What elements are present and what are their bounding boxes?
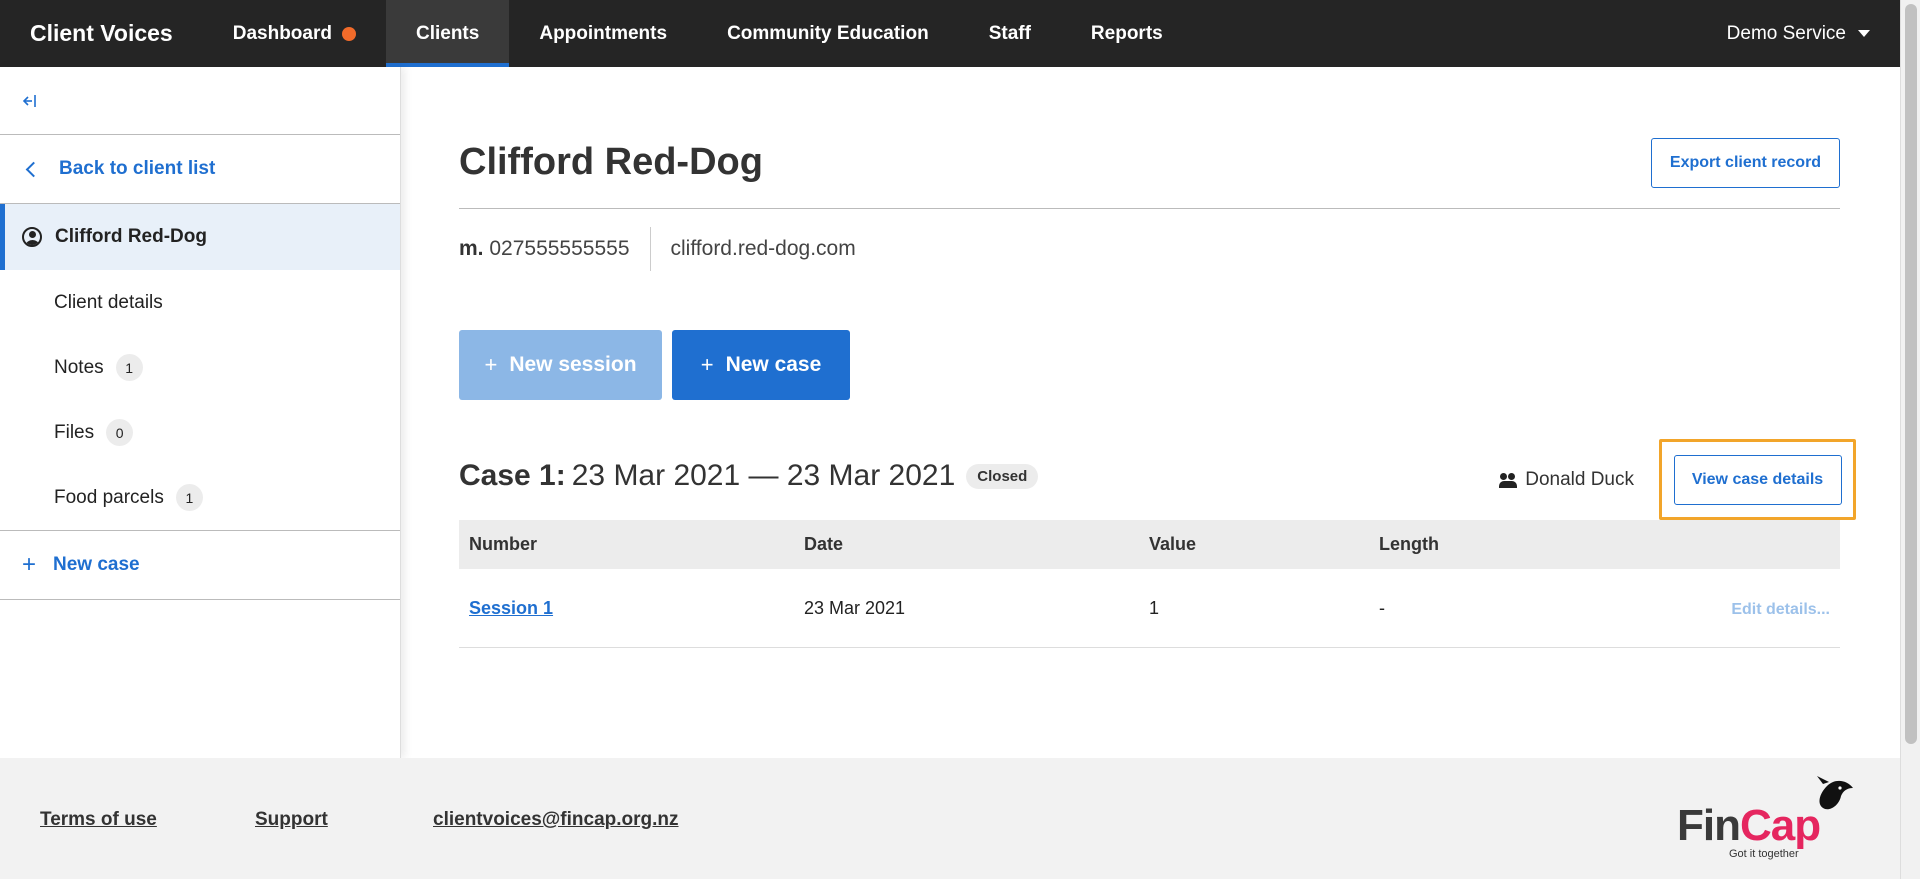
new-session-label: New session xyxy=(509,353,637,376)
sidebar-collapse-button[interactable] xyxy=(0,67,400,135)
collapse-left-icon xyxy=(22,94,36,107)
mobile-prefix: m. xyxy=(459,237,484,260)
case-label: Case 1: xyxy=(459,459,566,492)
client-header: Clifford Red-Dog Export client record xyxy=(459,67,1840,209)
nav-dashboard-label: Dashboard xyxy=(232,22,332,44)
sessions-table: Number Date Value Length Session 1 23 Ma… xyxy=(459,520,1840,648)
plus-icon: + xyxy=(700,352,714,377)
mobile-number: 027555555555 xyxy=(489,237,630,260)
nav-reports-label: Reports xyxy=(1090,22,1163,44)
nav-appointments-label: Appointments xyxy=(539,22,668,44)
plus-icon: + xyxy=(22,551,37,578)
nav-appointments[interactable]: Appointments xyxy=(509,0,697,67)
plus-icon: + xyxy=(484,352,498,377)
terms-of-use-link[interactable]: Terms of use xyxy=(40,809,157,831)
service-selector-label: Demo Service xyxy=(1726,22,1846,44)
count-badge: 1 xyxy=(115,354,143,381)
nav-staff-label: Staff xyxy=(988,22,1031,44)
session-link[interactable]: Session 1 xyxy=(469,598,553,618)
sidebar-item-client[interactable]: Clifford Red-Dog xyxy=(0,204,400,270)
action-buttons: + New session + New case xyxy=(459,330,1840,400)
session-cell: Session 1 xyxy=(459,598,804,619)
logo-tagline: Got it together xyxy=(1729,848,1799,860)
sidebar-item-files[interactable]: Files 0 xyxy=(0,400,400,465)
top-nav: Client Voices Dashboard Clients Appointm… xyxy=(0,0,1900,67)
assignee-name: Donald Duck xyxy=(1525,469,1634,490)
back-to-client-list-label: Back to client list xyxy=(59,158,216,179)
sidebar: Back to client list Clifford Red-Dog Cli… xyxy=(0,67,401,758)
app-brand[interactable]: Client Voices xyxy=(0,0,203,67)
sidebar-new-case-label: New case xyxy=(53,554,140,575)
sidebar-item-label: Notes xyxy=(54,356,104,378)
nav-reports[interactable]: Reports xyxy=(1061,0,1193,67)
client-email: clifford.red-dog.com xyxy=(670,237,856,260)
table-row: Session 1 23 Mar 2021 1 - Edit details..… xyxy=(459,569,1840,648)
page-scrollbar[interactable] xyxy=(1900,0,1920,879)
length-cell: - xyxy=(1379,597,1385,618)
scrollbar-thumb[interactable] xyxy=(1905,4,1917,744)
column-header-length: Length xyxy=(1379,534,1439,554)
people-icon xyxy=(1499,472,1519,488)
case-header: Case 1: 23 Mar 2021 — 23 Mar 2021 Closed… xyxy=(459,439,1856,520)
footer: Terms of use Support clientvoices@fincap… xyxy=(0,758,1900,879)
table-header: Number Date Value Length xyxy=(459,520,1840,569)
service-selector[interactable]: Demo Service xyxy=(1727,0,1900,67)
date-cell: 23 Mar 2021 xyxy=(804,597,906,618)
sidebar-client-name: Clifford Red-Dog xyxy=(55,226,207,247)
new-case-button[interactable]: + New case xyxy=(672,330,850,400)
value-cell: 1 xyxy=(1149,597,1160,618)
support-link[interactable]: Support xyxy=(255,809,328,831)
case-title: Case 1: 23 Mar 2021 — 23 Mar 2021 Closed xyxy=(459,459,1039,493)
chevron-left-icon xyxy=(25,161,42,177)
sidebar-new-case-link[interactable]: + New case xyxy=(0,531,400,600)
nav-community-education-label: Community Education xyxy=(727,22,929,44)
back-to-client-list-link[interactable]: Back to client list xyxy=(0,135,400,204)
user-circle-icon xyxy=(22,227,42,247)
caret-down-icon xyxy=(1858,30,1870,37)
client-contact: m. 027555555555 clifford.red-dog.com xyxy=(459,209,1840,289)
nav-dashboard[interactable]: Dashboard xyxy=(203,0,386,67)
page-title: Clifford Red-Dog xyxy=(459,141,763,183)
nav-staff[interactable]: Staff xyxy=(959,0,1061,67)
fincap-logo: FinCap Got it together xyxy=(1677,776,1857,862)
status-badge: Closed xyxy=(966,463,1039,489)
column-header-date: Date xyxy=(804,534,844,554)
contact-separator xyxy=(649,227,651,271)
new-case-label: New case xyxy=(725,353,822,376)
export-client-record-button[interactable]: Export client record xyxy=(1651,138,1840,188)
sidebar-item-client-details[interactable]: Client details xyxy=(0,270,400,335)
count-badge: 1 xyxy=(175,484,203,511)
nav-community-education[interactable]: Community Education xyxy=(697,0,959,67)
column-header-value: Value xyxy=(1149,534,1197,554)
logo-fin: Fin xyxy=(1677,801,1741,850)
column-header-number: Number xyxy=(469,534,538,554)
nav-clients-label: Clients xyxy=(415,22,480,44)
nav-clients[interactable]: Clients xyxy=(385,0,510,67)
case-date-range: 23 Mar 2021 — 23 Mar 2021 xyxy=(571,459,956,492)
sidebar-item-label: Food parcels xyxy=(54,486,164,508)
sidebar-item-notes[interactable]: Notes 1 xyxy=(0,335,400,400)
action-cell: Edit details... xyxy=(1679,598,1840,619)
notification-dot-icon xyxy=(341,26,356,41)
edit-details-link[interactable]: Edit details... xyxy=(1731,601,1830,618)
sidebar-item-label: Files xyxy=(54,421,95,443)
sidebar-item-label: Client details xyxy=(54,291,163,313)
contact-email-link[interactable]: clientvoices@fincap.org.nz xyxy=(433,809,679,831)
new-session-button[interactable]: + New session xyxy=(459,330,662,400)
logo-cap: Cap xyxy=(1739,801,1821,850)
case-assignee: Donald Duck xyxy=(1499,469,1634,491)
client-mobile: m. 027555555555 xyxy=(459,237,630,261)
view-case-details-button[interactable]: View case details xyxy=(1673,454,1842,505)
main-content: Clifford Red-Dog Export client record m.… xyxy=(459,67,1856,648)
count-badge: 0 xyxy=(106,419,134,446)
view-case-details-highlight: View case details xyxy=(1659,439,1856,520)
sidebar-item-food-parcels[interactable]: Food parcels 1 xyxy=(0,465,400,530)
